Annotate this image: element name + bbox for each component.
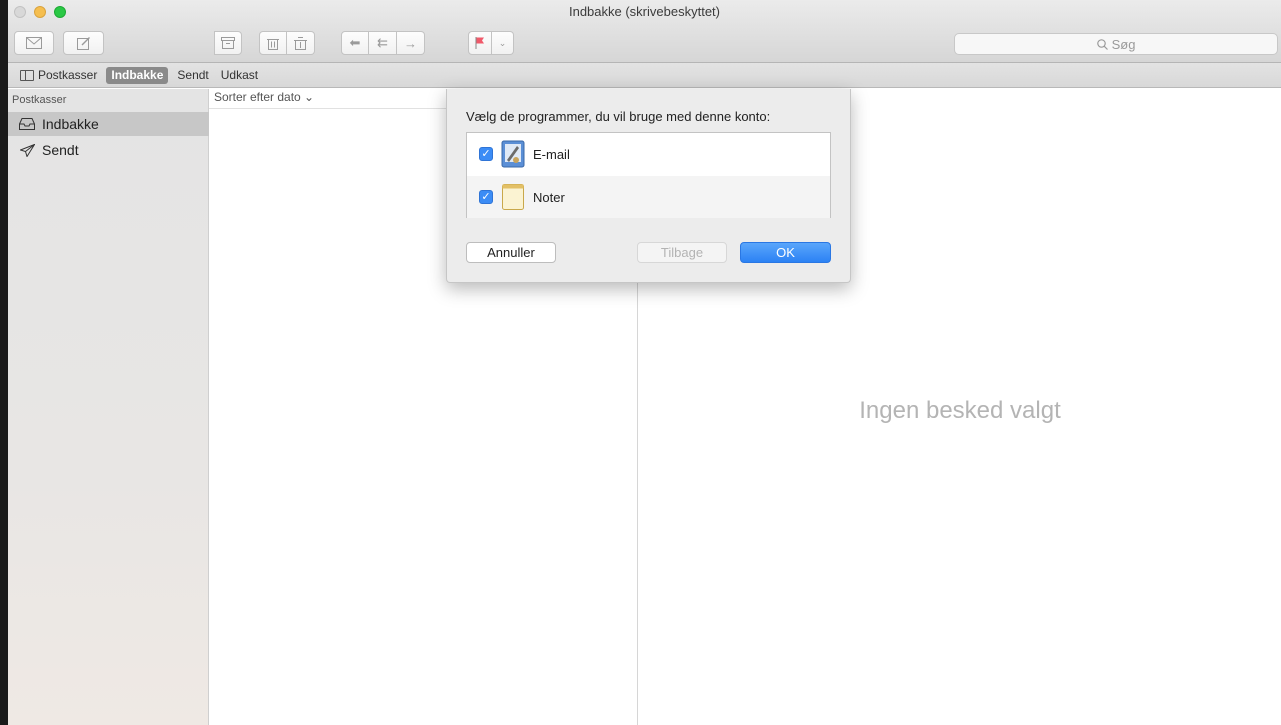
sheet-prompt: Vælg de programmer, du vil bruge med den… — [466, 109, 771, 124]
favorites-drafts-button[interactable]: Udkast — [218, 67, 261, 84]
favorites-inbox-button[interactable]: Indbakke — [106, 66, 169, 84]
envelope-icon — [26, 37, 42, 49]
reply-icon: ⬅ — [349, 35, 361, 50]
inbox-icon — [19, 117, 35, 131]
mail-app-icon — [501, 140, 525, 168]
notes-app-icon — [501, 183, 525, 211]
reply-all-icon: ⇇ — [377, 35, 388, 50]
sidebar-item-inbox[interactable]: Indbakke — [8, 112, 209, 136]
paper-plane-icon — [19, 143, 35, 157]
forward-icon: → — [404, 35, 417, 51]
cancel-button[interactable]: Annuller — [466, 242, 556, 263]
compose-icon — [76, 37, 90, 50]
mailbox-sidebar: Postkasser Indbakke Sendt — [8, 89, 209, 725]
sidebar-item-label: Indbakke — [42, 116, 99, 132]
sidebar-item-sent[interactable]: Sendt — [8, 138, 209, 162]
mail-window: Indbakke (skrivebeskyttet) ⬅ ⇇ → ⌄ Søg P… — [8, 0, 1281, 725]
flag-button[interactable] — [468, 31, 492, 55]
reply-group: ⬅ ⇇ → — [341, 31, 425, 55]
app-label: E-mail — [533, 146, 570, 162]
get-mail-button[interactable] — [14, 31, 54, 55]
sidebar-item-label: Sendt — [42, 142, 79, 158]
junk-button[interactable] — [287, 31, 315, 55]
compose-button[interactable] — [63, 31, 104, 55]
delete-junk-group — [259, 31, 315, 55]
trash-icon — [267, 38, 279, 50]
flag-menu-button[interactable]: ⌄ — [492, 31, 514, 55]
flag-group: ⌄ — [468, 31, 514, 55]
notes-checkbox[interactable]: ✓ — [479, 190, 493, 204]
window-title: Indbakke (skrivebeskyttet) — [568, 4, 720, 19]
search-icon — [1096, 38, 1108, 50]
trash-button[interactable] — [259, 31, 287, 55]
app-list: ✓ E-mail ✓ Noter — [466, 132, 831, 218]
archive-button[interactable] — [214, 31, 242, 55]
reply-all-button[interactable]: ⇇ — [369, 31, 397, 55]
app-label: Noter — [533, 189, 565, 205]
no-message-placeholder: Ingen besked valgt — [859, 397, 1061, 424]
chevron-down-icon: ⌄ — [498, 37, 507, 48]
junk-icon — [294, 36, 307, 50]
search-placeholder: Søg — [1111, 36, 1136, 52]
back-button[interactable]: Tilbage — [637, 242, 727, 263]
favorites-mailboxes-label: Postkasser — [38, 68, 98, 82]
sidebar-header: Postkasser — [12, 94, 67, 106]
forward-button[interactable]: → — [397, 31, 425, 55]
desktop-edge — [0, 0, 8, 725]
app-row-notes[interactable]: ✓ Noter — [467, 176, 830, 218]
archive-icon — [221, 37, 235, 49]
favorites-bar: Postkasser Indbakke Sendt Udkast — [8, 63, 1281, 88]
message-actions-group — [214, 31, 242, 55]
reply-button[interactable]: ⬅ — [341, 31, 369, 55]
toolbar: Indbakke (skrivebeskyttet) ⬅ ⇇ → ⌄ Søg — [8, 0, 1281, 63]
search-field[interactable]: Søg — [954, 33, 1278, 55]
email-checkbox[interactable]: ✓ — [479, 147, 493, 161]
account-apps-sheet: Vælg de programmer, du vil bruge med den… — [446, 89, 851, 283]
app-row-email[interactable]: ✓ E-mail — [467, 133, 830, 175]
ok-button[interactable]: OK — [740, 242, 831, 263]
favorites-mailboxes-button[interactable]: Postkasser — [17, 67, 100, 84]
favorites-sent-button[interactable]: Sendt — [174, 67, 211, 84]
sidebar-toggle-icon — [20, 69, 34, 81]
flag-icon — [475, 37, 484, 49]
